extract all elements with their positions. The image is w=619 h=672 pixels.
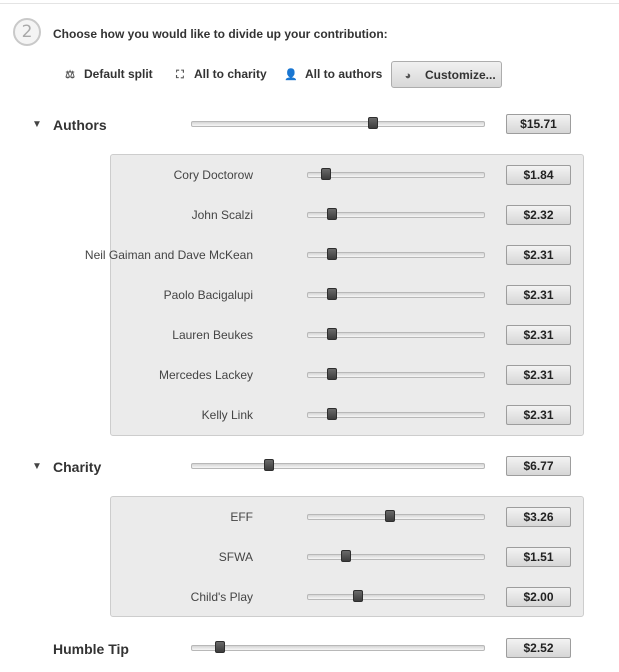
option-label: All to authors	[305, 67, 383, 81]
authors-total: $15.71	[506, 114, 571, 134]
option-label: Default split	[84, 67, 153, 81]
top-divider	[0, 3, 619, 4]
expand-icon: ⛶	[176, 69, 184, 81]
slider-handle[interactable]	[368, 117, 379, 129]
slider-handle[interactable]	[340, 550, 351, 562]
author-slider-kelly-link[interactable]	[307, 408, 485, 420]
step-number-badge: 2	[13, 18, 41, 46]
author-name: Lauren Beukes	[172, 328, 253, 342]
author-amount: $2.31	[506, 325, 571, 345]
person-icon: 👤	[284, 69, 298, 81]
author-slider-neil-gaiman[interactable]	[307, 248, 485, 260]
charity-slider-eff[interactable]	[307, 510, 485, 522]
step-prompt: Choose how you would like to divide up y…	[53, 27, 388, 41]
option-label: All to charity	[194, 67, 267, 81]
option-label: Customize...	[425, 68, 496, 82]
charity-slider-sfwa[interactable]	[307, 550, 485, 562]
authors-heading: Authors	[53, 117, 107, 133]
slider-handle[interactable]	[326, 248, 337, 260]
all-to-authors-option[interactable]: 👤 All to authors	[284, 61, 382, 88]
charity-amount: $1.51	[506, 547, 571, 567]
authors-slider[interactable]	[191, 117, 485, 129]
author-slider-cory-doctorow[interactable]	[307, 168, 485, 180]
author-slider-mercedes-lackey[interactable]	[307, 368, 485, 380]
pie-chart-icon: ◕	[404, 70, 412, 82]
author-amount: $2.31	[506, 405, 571, 425]
slider-handle[interactable]	[264, 459, 275, 471]
slider-handle[interactable]	[326, 288, 337, 300]
slider-handle[interactable]	[326, 208, 337, 220]
author-name: Neil Gaiman and Dave McKean	[84, 248, 253, 262]
scales-icon: ⚖	[65, 69, 75, 81]
customize-option[interactable]: ◕ Customize...	[391, 61, 502, 88]
all-to-charity-option[interactable]: ⛶ All to charity	[173, 61, 267, 88]
slider-handle[interactable]	[214, 641, 225, 653]
author-name: Mercedes Lackey	[158, 368, 253, 382]
author-slider-lauren-beukes[interactable]	[307, 328, 485, 340]
author-amount: $2.32	[506, 205, 571, 225]
slider-handle[interactable]	[326, 408, 337, 420]
charity-heading: Charity	[53, 459, 102, 475]
charity-name: EFF	[230, 510, 253, 524]
author-amount: $2.31	[506, 365, 571, 385]
author-amount: $1.84	[506, 165, 571, 185]
default-split-option[interactable]: ⚖ Default split	[63, 61, 153, 88]
slider-handle[interactable]	[320, 168, 331, 180]
triangle-down-icon: ▼	[32, 461, 42, 472]
humble-tip-slider[interactable]	[191, 641, 485, 653]
author-name: Paolo Bacigalupi	[163, 288, 253, 302]
triangle-down-icon: ▼	[32, 119, 42, 130]
authors-collapse-toggle[interactable]: ▼	[32, 119, 42, 130]
charity-collapse-toggle[interactable]: ▼	[32, 461, 42, 472]
author-name: Cory Doctorow	[173, 168, 253, 182]
charity-slider-childs-play[interactable]	[307, 590, 485, 602]
charity-amount: $3.26	[506, 507, 571, 527]
charity-total: $6.77	[506, 456, 571, 476]
humble-tip-amount: $2.52	[506, 638, 571, 658]
slider-handle[interactable]	[384, 510, 395, 522]
slider-handle[interactable]	[326, 328, 337, 340]
humble-tip-heading: Humble Tip	[53, 641, 129, 657]
charity-slider[interactable]	[191, 459, 485, 471]
author-amount: $2.31	[506, 285, 571, 305]
author-name: Kelly Link	[201, 408, 253, 422]
author-slider-john-scalzi[interactable]	[307, 208, 485, 220]
author-slider-paolo-bacigalupi[interactable]	[307, 288, 485, 300]
charity-name: SFWA	[218, 550, 253, 564]
author-amount: $2.31	[506, 245, 571, 265]
slider-handle[interactable]	[353, 590, 364, 602]
author-name: John Scalzi	[191, 208, 253, 222]
slider-handle[interactable]	[326, 368, 337, 380]
charity-name: Child's Play	[190, 590, 253, 604]
charity-amount: $2.00	[506, 587, 571, 607]
